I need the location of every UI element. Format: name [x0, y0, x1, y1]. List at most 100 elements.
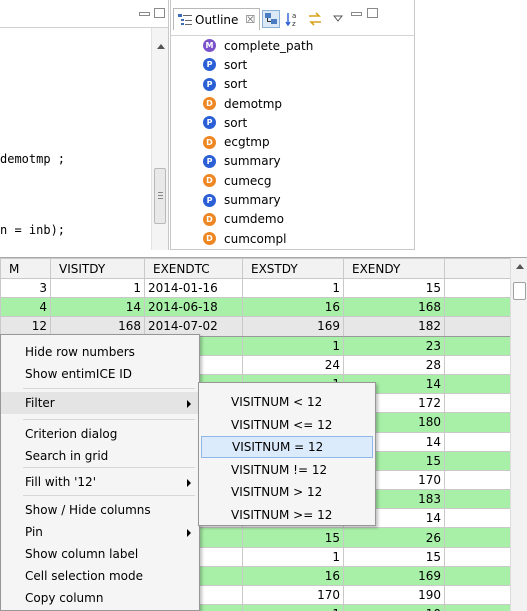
menu-item-fill-with-12[interactable]: Fill with '12' — [1, 471, 199, 493]
outline-item[interactable]: Mcomplete_path — [171, 36, 414, 55]
table-cell[interactable]: 169 — [242, 316, 344, 337]
table-cell[interactable]: 168 — [343, 297, 445, 318]
column-header[interactable]: EXSTDY — [242, 258, 344, 279]
menu-item-pin[interactable]: Pin — [1, 521, 199, 543]
table-cell[interactable]: 16 — [242, 297, 344, 318]
table-cell[interactable]: 28 — [343, 354, 445, 375]
table-cell[interactable]: 170 — [242, 584, 344, 606]
table-cell[interactable] — [444, 565, 511, 587]
table-cell[interactable]: 1 — [50, 277, 145, 299]
menu-item-show-hide-columns[interactable]: Show / Hide columns — [1, 499, 199, 521]
table-cell[interactable]: 3 — [0, 277, 51, 299]
table-cell[interactable]: 1 — [242, 277, 344, 299]
menu-separator — [23, 467, 195, 468]
outline-item[interactable]: Psort — [171, 113, 414, 132]
table-cell[interactable] — [444, 450, 511, 471]
view-menu-icon[interactable] — [329, 10, 347, 28]
outline-item[interactable]: Ddemotmp — [171, 94, 414, 113]
table-cell[interactable]: 16 — [242, 565, 344, 587]
collapse-all-icon[interactable] — [262, 10, 280, 28]
code-line[interactable]: demotmp ; — [0, 152, 65, 166]
table-row[interactable]: 3 1 2014-01-16 1 15 — [0, 277, 511, 299]
tab-outline[interactable]: Outline ☒ — [173, 8, 261, 30]
filter-option[interactable]: VISITNUM != 12 — [201, 459, 373, 481]
table-cell[interactable] — [444, 316, 511, 337]
outline-item[interactable]: Dcumdemo — [171, 210, 414, 229]
table-cell[interactable] — [444, 373, 511, 395]
scroll-up-icon[interactable] — [157, 44, 165, 49]
table-cell[interactable]: 182 — [343, 316, 445, 337]
table-cell[interactable] — [444, 489, 511, 510]
table-cell[interactable]: 15 — [343, 277, 445, 299]
table-cell[interactable]: 1 — [242, 335, 344, 356]
table-cell[interactable]: 14 — [50, 297, 145, 318]
table-cell[interactable]: 23 — [343, 335, 445, 356]
scroll-up-icon[interactable] — [516, 264, 524, 269]
table-cell[interactable] — [444, 335, 511, 356]
outline-item[interactable]: Psummary — [171, 190, 414, 209]
outline-item[interactable]: Psort — [171, 55, 414, 74]
column-header[interactable]: VISITDY — [50, 258, 145, 279]
menu-item-criterion-dialog[interactable]: Criterion dialog — [1, 423, 199, 445]
editor-scroll-thumb[interactable] — [154, 168, 166, 224]
outline-item[interactable]: Decgtmp — [171, 132, 414, 151]
table-cell[interactable] — [444, 277, 511, 299]
table-cell[interactable] — [444, 431, 511, 452]
menu-item-copy-column[interactable]: Copy column — [1, 587, 199, 609]
outline-item[interactable]: Dcumcompl — [171, 229, 414, 248]
table-cell[interactable] — [444, 412, 511, 433]
menu-item-filter[interactable]: Filter — [1, 392, 199, 414]
maximize-icon[interactable] — [367, 8, 378, 18]
table-cell[interactable]: 4 — [0, 297, 51, 318]
table-cell[interactable] — [444, 354, 511, 375]
grid-scrollbar[interactable] — [510, 258, 527, 611]
menu-item-show-entimice-id[interactable]: Show entimICE ID — [1, 363, 199, 385]
table-cell[interactable]: 24 — [242, 354, 344, 375]
filter-option[interactable]: VISITNUM <= 12 — [201, 414, 373, 436]
table-cell[interactable]: 15 — [343, 546, 445, 567]
column-header[interactable]: EXENDTC — [144, 258, 243, 279]
outline-item[interactable]: Dcumecg — [171, 171, 414, 190]
table-cell[interactable] — [444, 584, 511, 606]
table-cell[interactable] — [444, 604, 511, 611]
outline-item[interactable]: Psort — [171, 75, 414, 94]
menu-item-search-in-grid[interactable]: Search in grid — [1, 445, 199, 467]
filter-option[interactable]: VISITNUM >= 12 — [201, 504, 373, 526]
table-cell[interactable] — [444, 297, 511, 318]
maximize-icon[interactable] — [154, 8, 165, 18]
table-row[interactable]: 4 14 2014-06-18 16 168 — [0, 297, 511, 318]
filter-option[interactable]: VISITNUM < 12 — [201, 391, 373, 413]
table-cell[interactable]: 190 — [343, 584, 445, 606]
menu-item-cell-selection-mode[interactable]: Cell selection mode — [1, 565, 199, 587]
column-header[interactable] — [444, 258, 511, 279]
code-line[interactable]: n = inb); — [0, 223, 65, 237]
outline-item[interactable]: Psummary — [171, 152, 414, 171]
minimize-icon[interactable] — [351, 12, 362, 16]
editor-scrollbar[interactable] — [151, 28, 168, 250]
table-cell[interactable]: 2014-06-18 — [144, 297, 243, 318]
table-cell[interactable] — [444, 546, 511, 567]
column-header[interactable]: M — [0, 258, 51, 279]
table-cell[interactable]: 169 — [343, 565, 445, 587]
table-cell[interactable]: 2014-01-16 — [144, 277, 243, 299]
filter-option[interactable]: VISITNUM > 12 — [201, 481, 373, 503]
link-with-editor-icon[interactable] — [306, 10, 324, 28]
table-cell[interactable] — [444, 469, 511, 491]
table-cell[interactable]: 1 — [242, 604, 344, 611]
menu-item-show-column-label[interactable]: Show column label — [1, 543, 199, 565]
close-icon[interactable]: ☒ — [245, 13, 255, 26]
table-cell[interactable] — [444, 527, 511, 548]
table-cell[interactable]: 10 — [343, 604, 445, 611]
table-cell[interactable]: 1 — [242, 546, 344, 567]
code-editor[interactable]: demotmp ; n = inb); — [0, 0, 169, 250]
table-cell[interactable]: 15 — [242, 527, 344, 548]
column-header[interactable]: EXENDY — [343, 258, 445, 279]
table-cell[interactable] — [444, 393, 511, 414]
minimize-icon[interactable] — [139, 12, 150, 16]
filter-option[interactable]: VISITNUM = 12 — [201, 436, 373, 458]
sort-icon[interactable]: az — [284, 10, 302, 28]
table-cell[interactable] — [444, 508, 511, 529]
grid-scroll-thumb[interactable] — [513, 282, 526, 300]
table-cell[interactable]: 26 — [343, 527, 445, 548]
menu-item-hide-row-numbers[interactable]: Hide row numbers — [1, 341, 199, 363]
